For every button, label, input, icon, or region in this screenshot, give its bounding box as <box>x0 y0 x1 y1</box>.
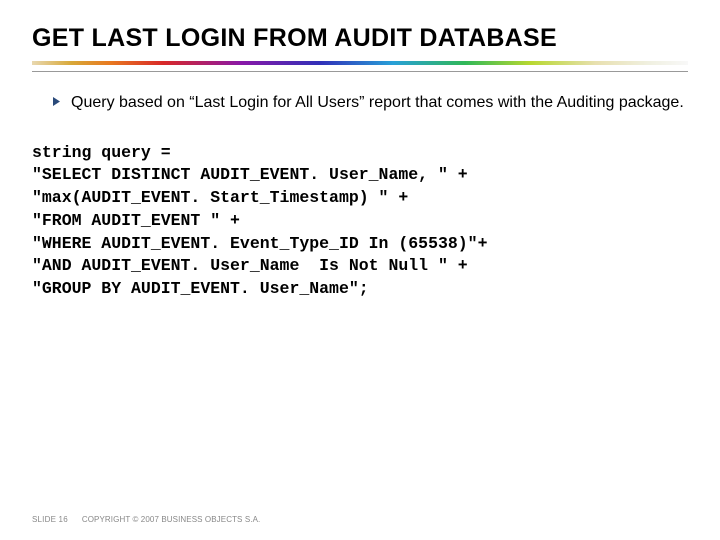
bullet-item: Query based on “Last Login for All Users… <box>52 92 688 114</box>
rainbow-divider <box>32 61 688 65</box>
thin-divider <box>32 71 688 72</box>
slide-number: SLIDE 16 <box>32 515 68 524</box>
arrow-right-icon <box>52 96 63 107</box>
slide-footer: SLIDE 16 COPYRIGHT © 2007 BUSINESS OBJEC… <box>32 515 260 524</box>
slide-title: GET LAST LOGIN FROM AUDIT DATABASE <box>32 24 688 53</box>
copyright-text: COPYRIGHT © 2007 BUSINESS OBJECTS S.A. <box>82 515 261 524</box>
code-block: string query = "SELECT DISTINCT AUDIT_EV… <box>32 142 688 301</box>
bullet-text: Query based on “Last Login for All Users… <box>71 92 684 114</box>
